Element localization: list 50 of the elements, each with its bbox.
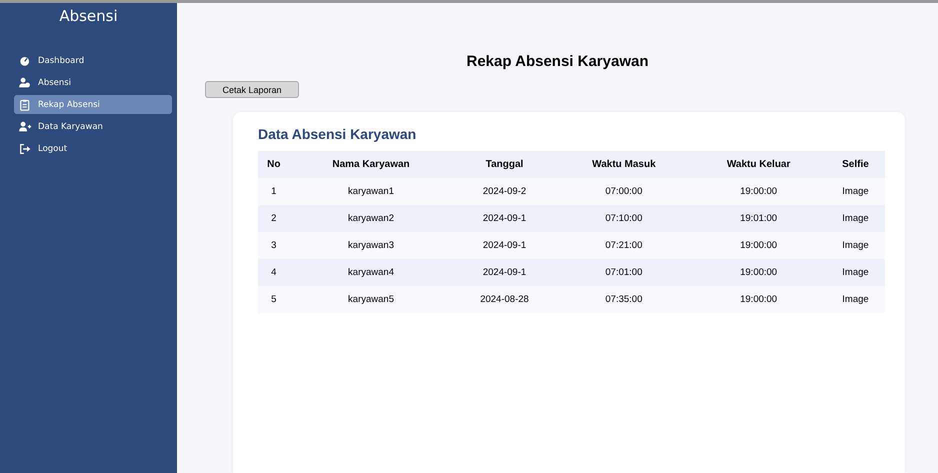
table-cell: 07:10:00: [556, 205, 692, 232]
table-cell: karyawan1: [290, 178, 452, 205]
table-cell: karyawan2: [290, 205, 452, 232]
gauge-icon: [19, 54, 32, 66]
table-cell: karyawan5: [290, 286, 452, 313]
table-cell: 2024-09-1: [452, 259, 557, 286]
table-cell: Image: [826, 178, 885, 205]
user-plus-icon: [19, 120, 32, 132]
app-title: Absensi: [58, 6, 119, 27]
table-cell: Image: [826, 259, 885, 286]
column-header: Waktu Keluar: [691, 151, 826, 178]
table-cell: 3: [258, 232, 290, 259]
table-cell: 07:35:00: [556, 286, 692, 313]
column-header: Waktu Masuk: [556, 151, 692, 178]
table-cell: karyawan3: [290, 232, 452, 259]
table-cell: Image: [826, 232, 885, 259]
table-cell: 2024-09-1: [452, 232, 557, 259]
table-cell: 1: [258, 178, 290, 205]
table-cell: 2024-09-1: [452, 205, 557, 232]
table-cell: 2024-09-2: [452, 178, 557, 205]
table-cell: 5: [258, 286, 290, 313]
sidebar-item[interactable]: Data Karyawan: [15, 117, 172, 136]
users-icon: [19, 76, 32, 88]
table-cell: 07:00:00: [556, 178, 692, 205]
sidebar-item[interactable]: Absensi: [15, 73, 172, 92]
logout-icon: [19, 142, 32, 154]
table-cell: 19:01:00: [691, 205, 826, 232]
page-title: Rekap Absensi Karyawan: [465, 53, 650, 70]
table-cell: 07:01:00: [556, 259, 692, 286]
table-cell: 07:21:00: [556, 232, 692, 259]
column-header: Tanggal: [452, 151, 557, 178]
sidebar-item[interactable]: Dashboard: [15, 51, 172, 70]
column-header: No: [258, 151, 290, 178]
sidebar-item[interactable]: Rekap Absensi: [14, 95, 172, 114]
card-title: Data Absensi Karyawan: [258, 126, 416, 142]
table-cell: 2024-08-28: [452, 286, 557, 313]
table-cell: Image: [826, 205, 885, 232]
column-header: Selfie: [826, 151, 885, 178]
print-report-button[interactable]: Cetak Laporan: [205, 81, 299, 98]
table-cell: Image: [826, 286, 885, 313]
table-cell: 2: [258, 205, 290, 232]
table-cell: 19:00:00: [691, 178, 826, 205]
table-cell: 19:00:00: [691, 259, 826, 286]
table-cell: 4: [258, 259, 290, 286]
table-cell: 19:00:00: [691, 286, 826, 313]
sidebar-item[interactable]: Logout: [15, 139, 172, 158]
table-cell: 19:00:00: [691, 232, 826, 259]
clipboard-icon: [19, 98, 32, 110]
column-header: Nama Karyawan: [290, 151, 452, 178]
table-cell: karyawan4: [290, 259, 452, 286]
